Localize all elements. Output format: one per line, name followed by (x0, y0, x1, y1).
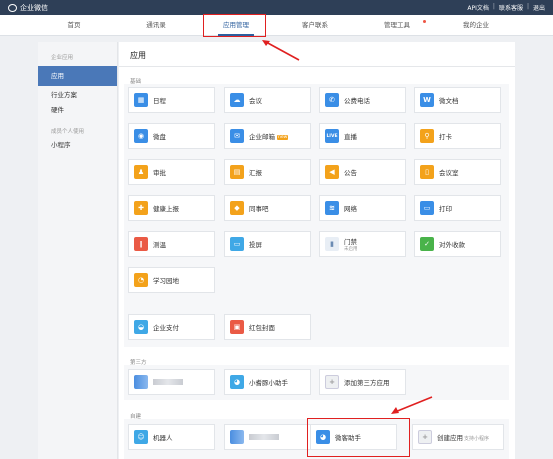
arrow-to-tile (394, 396, 433, 413)
arrow-to-nav (265, 41, 300, 61)
annotation-arrows (262, 40, 433, 414)
